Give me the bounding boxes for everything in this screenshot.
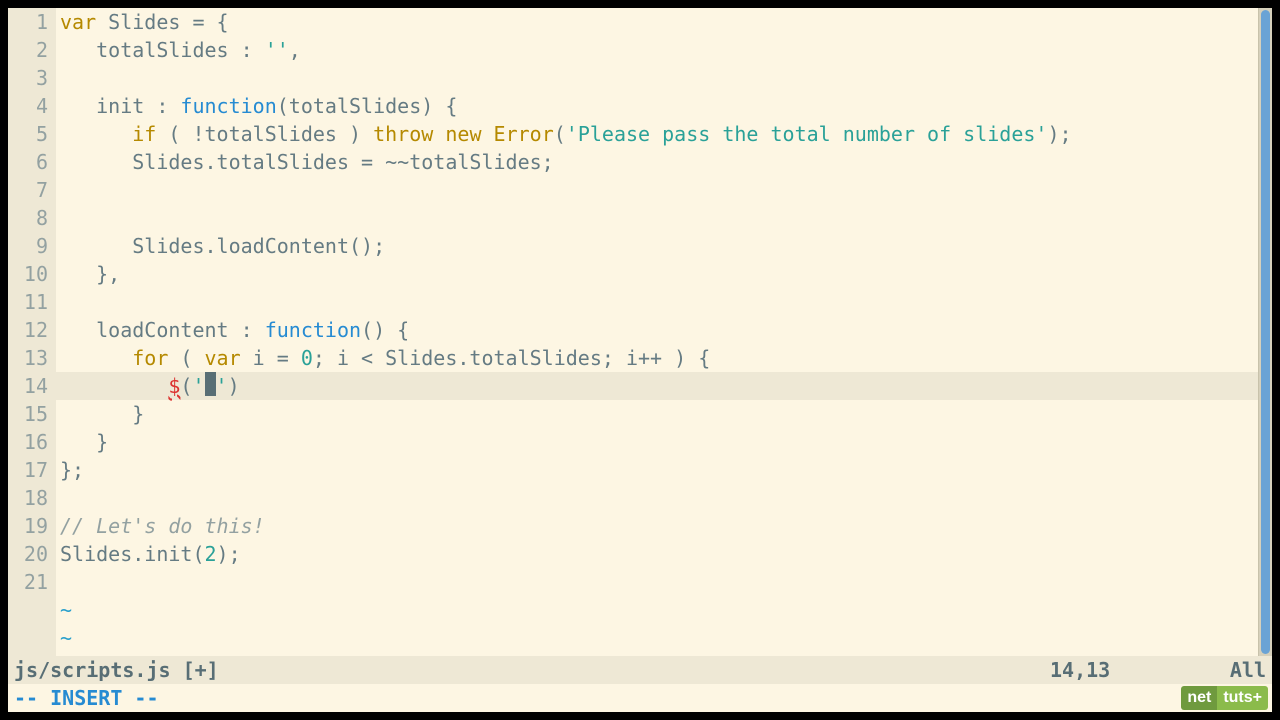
code-line[interactable]: if ( !totalSlides ) throw new Error('Ple… <box>56 120 1258 148</box>
code-line[interactable]: // Let's do this! <box>56 512 1258 540</box>
code-line[interactable] <box>56 568 1258 596</box>
mode-line: -- INSERT -- net tuts+ <box>8 684 1272 712</box>
code-line[interactable]: init : function(totalSlides) { <box>56 92 1258 120</box>
line-number: 4 <box>8 92 48 120</box>
end-of-buffer-tilde: ~ <box>56 624 1258 652</box>
logo-left: net <box>1181 686 1217 710</box>
line-number: 13 <box>8 344 48 372</box>
status-cursor-position: 14,13 <box>1050 656 1210 684</box>
line-number: 19 <box>8 512 48 540</box>
line-number: 3 <box>8 64 48 92</box>
line-number: 6 <box>8 148 48 176</box>
code-line[interactable] <box>56 484 1258 512</box>
line-number: 17 <box>8 456 48 484</box>
code-line[interactable]: Slides.totalSlides = ~~totalSlides; <box>56 148 1258 176</box>
end-of-buffer-tilde: ~ <box>56 596 1258 624</box>
line-number: 18 <box>8 484 48 512</box>
code-line[interactable]: } <box>56 400 1258 428</box>
code-line[interactable] <box>56 204 1258 232</box>
line-number: 14 <box>8 372 48 400</box>
code-line[interactable]: Slides.init(2); <box>56 540 1258 568</box>
vertical-scrollbar[interactable] <box>1258 8 1272 656</box>
logo-right: tuts+ <box>1217 686 1268 710</box>
code-line[interactable]: } <box>56 428 1258 456</box>
line-number: 10 <box>8 260 48 288</box>
line-number-gutter: 123456789101112131415161718192021 <box>8 8 56 656</box>
code-line[interactable]: var Slides = { <box>56 8 1258 36</box>
mode-indicator: -- INSERT -- <box>14 686 159 710</box>
editor-window: 123456789101112131415161718192021 var Sl… <box>8 8 1272 712</box>
line-number: 9 <box>8 232 48 260</box>
line-number: 2 <box>8 36 48 64</box>
code-line[interactable]: }, <box>56 260 1258 288</box>
editor-area[interactable]: 123456789101112131415161718192021 var Sl… <box>8 8 1272 656</box>
status-scroll-percent: All <box>1210 656 1266 684</box>
code-line[interactable]: totalSlides : '', <box>56 36 1258 64</box>
code-line[interactable] <box>56 176 1258 204</box>
code-area[interactable]: var Slides = { totalSlides : '', init : … <box>56 8 1258 656</box>
code-line[interactable] <box>56 64 1258 92</box>
line-number: 16 <box>8 428 48 456</box>
text-cursor <box>205 372 216 396</box>
nettuts-logo: net tuts+ <box>1181 686 1268 710</box>
code-line[interactable]: for ( var i = 0; i < Slides.totalSlides;… <box>56 344 1258 372</box>
line-number: 1 <box>8 8 48 36</box>
code-line[interactable] <box>56 288 1258 316</box>
code-line[interactable]: Slides.loadContent(); <box>56 232 1258 260</box>
line-number: 12 <box>8 316 48 344</box>
scroll-thumb[interactable] <box>1261 10 1270 654</box>
code-line[interactable]: $('') <box>56 372 1258 400</box>
line-number: 15 <box>8 400 48 428</box>
line-number: 11 <box>8 288 48 316</box>
code-line[interactable]: }; <box>56 456 1258 484</box>
line-number: 8 <box>8 204 48 232</box>
code-line[interactable]: loadContent : function() { <box>56 316 1258 344</box>
status-filename: js/scripts.js [+] <box>14 656 1050 684</box>
line-number: 7 <box>8 176 48 204</box>
line-number: 21 <box>8 568 48 596</box>
line-number: 5 <box>8 120 48 148</box>
line-number: 20 <box>8 540 48 568</box>
status-bar: js/scripts.js [+] 14,13 All <box>8 656 1272 684</box>
